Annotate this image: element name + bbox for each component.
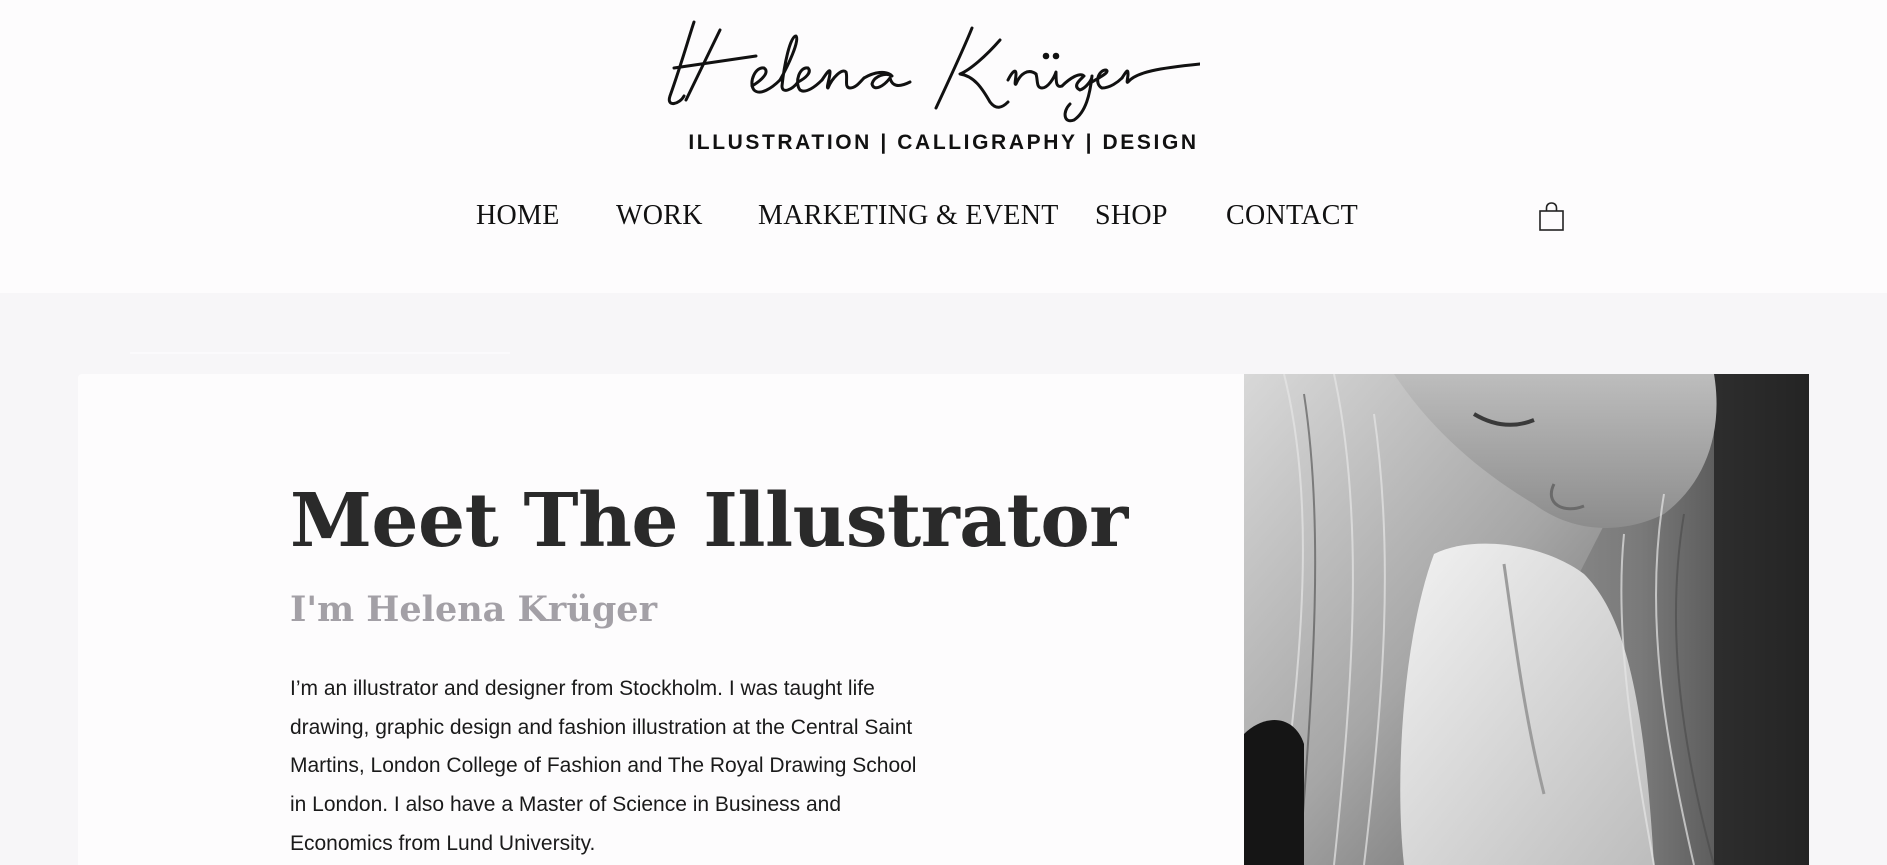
logo-tagline: ILLUSTRATION | CALLIGRAPHY | DESIGN — [688, 131, 1199, 154]
portrait-photo — [1244, 374, 1809, 865]
main-nav: HOME WORK MARKETING & EVENT SHOP CONTACT — [0, 200, 1887, 244]
page-subtitle: I'm Helena Krüger — [290, 589, 658, 630]
nav-item-work[interactable]: WORK — [616, 200, 703, 232]
portrait-image — [1244, 374, 1809, 865]
bio-text: I’m an illustrator and designer from Sto… — [290, 677, 917, 855]
shopping-bag-icon — [1539, 202, 1564, 231]
page-title: Meet The Illustrator — [290, 478, 1128, 564]
nav-item-home[interactable]: HOME — [476, 200, 560, 232]
nav-item-shop[interactable]: SHOP — [1095, 200, 1168, 232]
cart-button[interactable] — [1538, 202, 1565, 232]
site-header: ILLUSTRATION | CALLIGRAPHY | DESIGN HOME… — [0, 0, 1887, 293]
nav-item-marketing-event[interactable]: MARKETING & EVENT — [758, 200, 1059, 232]
divider — [130, 352, 510, 354]
nav-item-contact[interactable]: CONTACT — [1226, 200, 1358, 232]
signature-logo-art — [667, 20, 1200, 123]
